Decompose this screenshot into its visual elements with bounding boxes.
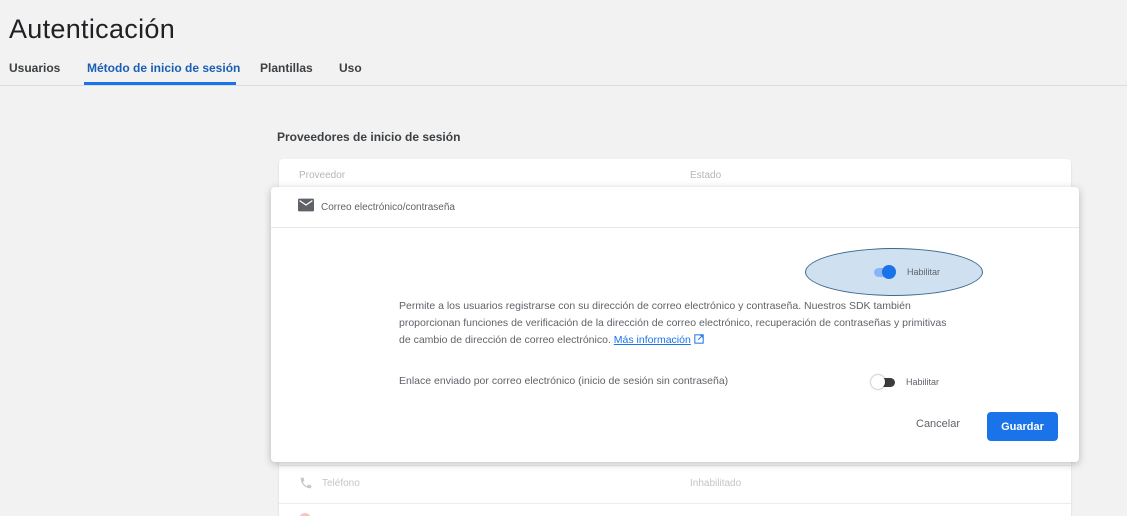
email-link-option-label: Enlace enviado por correo electrónico (i… <box>399 375 729 387</box>
more-info-link[interactable]: Más información <box>614 334 691 346</box>
column-header-status: Estado <box>690 170 722 181</box>
page: Autenticación Usuarios Método de inicio … <box>0 0 1127 516</box>
row-divider <box>279 503 1071 504</box>
tab-plantillas[interactable]: Plantillas <box>260 61 313 75</box>
table-row-telefono[interactable]: Teléfono Inhabilitado <box>279 464 1071 504</box>
active-tab-indicator <box>84 82 236 85</box>
external-link-icon <box>694 334 704 344</box>
email-link-toggle-label: Habilitar <box>906 377 940 387</box>
row-provider-name: Teléfono <box>322 478 360 489</box>
tab-metodo-inicio-sesion[interactable]: Método de inicio de sesión <box>87 61 240 75</box>
page-title: Autenticación <box>9 14 176 44</box>
header: Autenticación Usuarios Método de inicio … <box>0 0 1127 86</box>
tab-usuarios[interactable]: Usuarios <box>9 61 60 75</box>
tab-uso[interactable]: Uso <box>339 61 362 75</box>
email-link-toggle[interactable] <box>871 375 897 389</box>
column-header-provider: Proveedor <box>299 170 346 181</box>
providers-heading: Proveedores de inicio de sesión <box>277 130 461 144</box>
save-button[interactable]: Guardar <box>987 412 1058 441</box>
row-provider-status: Inhabilitado <box>690 478 742 489</box>
provider-description: Permite a los usuarios registrarse con s… <box>399 298 959 349</box>
phone-icon <box>300 477 312 489</box>
expanded-card-content: Permite a los usuarios registrarse con s… <box>271 187 1079 462</box>
cancel-button[interactable]: Cancelar <box>916 418 960 430</box>
toggle-thumb <box>871 375 885 389</box>
